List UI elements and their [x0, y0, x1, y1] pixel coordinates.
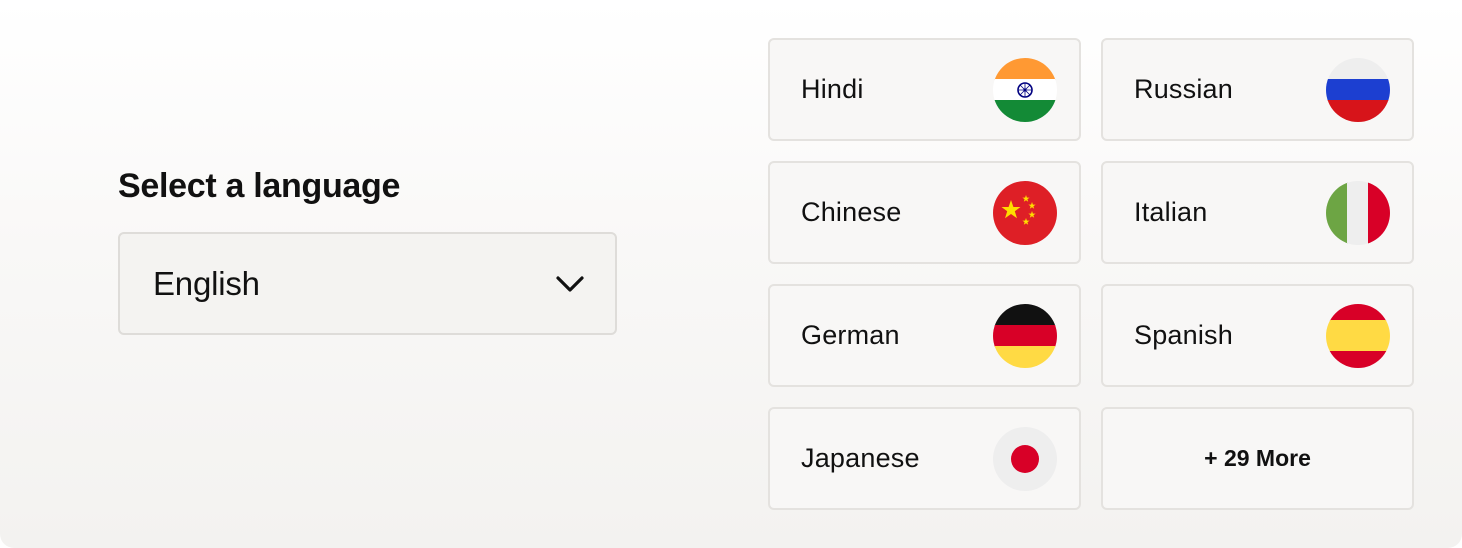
language-option-spanish[interactable]: Spanish — [1101, 284, 1414, 387]
language-label: Chinese — [801, 197, 902, 227]
selector-title: Select a language — [118, 167, 401, 205]
japan-flag-icon — [993, 426, 1057, 491]
language-option-hindi[interactable]: Hindi — [768, 38, 1081, 141]
language-label: German — [801, 320, 900, 350]
more-languages-label: + 29 More — [1204, 445, 1311, 471]
language-grid: Hindi Russian Chinese Italian German Spa… — [768, 38, 1414, 510]
germany-flag-icon — [993, 303, 1057, 368]
italy-flag-icon — [1326, 180, 1390, 245]
india-flag-icon — [993, 57, 1057, 122]
dropdown-selected-value: English — [153, 264, 260, 302]
language-label: Japanese — [801, 443, 920, 473]
language-option-russian[interactable]: Russian — [1101, 38, 1414, 141]
spain-flag-icon — [1326, 303, 1390, 368]
more-languages-button[interactable]: + 29 More — [1101, 407, 1414, 510]
language-selector: Select a language English — [118, 166, 617, 335]
language-label: Russian — [1134, 74, 1233, 104]
russia-flag-icon — [1326, 57, 1390, 122]
language-option-italian[interactable]: Italian — [1101, 161, 1414, 264]
language-label: Spanish — [1134, 320, 1233, 350]
language-label: Italian — [1134, 197, 1208, 227]
china-flag-icon — [993, 180, 1057, 245]
language-option-german[interactable]: German — [768, 284, 1081, 387]
chevron-down-icon — [555, 269, 585, 299]
language-option-japanese[interactable]: Japanese — [768, 407, 1081, 510]
language-option-chinese[interactable]: Chinese — [768, 161, 1081, 264]
language-panel: Select a language English Hindi Russian … — [0, 0, 1462, 548]
language-dropdown[interactable]: English — [118, 232, 617, 335]
language-label: Hindi — [801, 74, 864, 104]
